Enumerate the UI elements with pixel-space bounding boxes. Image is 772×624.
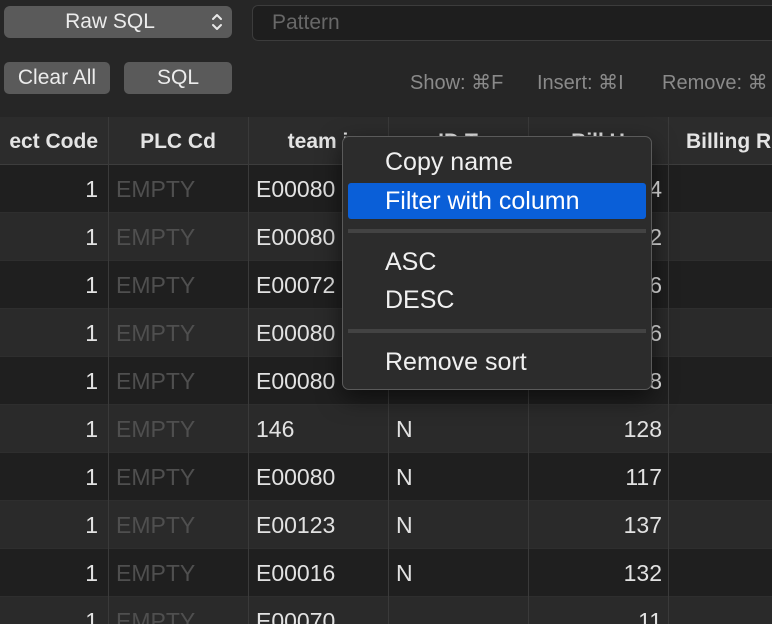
cell-plc-cd[interactable]: EMPTY [116,357,246,405]
cell-id-type[interactable] [396,597,526,624]
table-row[interactable]: 1 EMPTY 146 N 128 [0,405,772,453]
toolbar: Raw SQL Clear All SQL Show: ⌘F Insert: ⌘… [0,0,772,117]
column-header-plc-cd[interactable]: PLC Cd [108,117,248,165]
cell-bill-unit[interactable]: 11 [528,597,662,624]
pattern-input[interactable] [252,5,772,41]
cell-bill-unit[interactable]: 117 [528,453,662,501]
cell-id-type[interactable]: N [396,501,526,549]
cell-plc-cd[interactable]: EMPTY [116,597,246,624]
column-header-project-code[interactable]: ect Code [0,117,98,165]
cell-plc-cd[interactable]: EMPTY [116,309,246,357]
menu-item-sort-asc[interactable]: ASC [348,244,646,280]
table-row[interactable]: 1 EMPTY E00080 N 117 [0,453,772,501]
column-divider [248,117,249,624]
cell-plc-cd[interactable]: EMPTY [116,501,246,549]
cell-project-code[interactable]: 1 [0,261,106,309]
mode-select[interactable]: Raw SQL [4,6,232,38]
cell-plc-cd[interactable]: EMPTY [116,213,246,261]
cell-team-id[interactable]: 146 [256,405,386,453]
cell-project-code[interactable]: 1 [0,165,106,213]
cell-project-code[interactable]: 1 [0,453,106,501]
cell-project-code[interactable]: 1 [0,501,106,549]
table-row[interactable]: 1 EMPTY E00016 N 132 [0,549,772,597]
cell-project-code[interactable]: 1 [0,597,106,624]
cell-plc-cd[interactable]: EMPTY [116,165,246,213]
menu-item-filter-with-column[interactable]: Filter with column [348,183,646,219]
remove-shortcut-hint: Remove: ⌘ [662,72,768,94]
menu-item-copy-name[interactable]: Copy name [348,144,646,180]
sql-button[interactable]: SQL [124,62,232,94]
column-context-menu: Copy name Filter with column ASC DESC Re… [342,136,652,390]
column-divider [108,117,109,624]
menu-separator [348,229,646,233]
up-down-chevron-icon [212,14,222,30]
cell-plc-cd[interactable]: EMPTY [116,549,246,597]
column-header-billing-r[interactable]: Billing R [686,117,772,165]
cell-project-code[interactable]: 1 [0,549,106,597]
cell-bill-unit[interactable]: 128 [528,405,662,453]
clear-all-button[interactable]: Clear All [4,62,110,94]
show-shortcut-hint: Show: ⌘F [410,72,504,94]
mode-select-label: Raw SQL [65,10,155,33]
cell-project-code[interactable]: 1 [0,213,106,261]
insert-shortcut-hint: Insert: ⌘I [537,72,624,94]
cell-team-id[interactable]: E00070 [256,597,386,624]
menu-separator [348,329,646,333]
cell-id-type[interactable]: N [396,549,526,597]
cell-team-id[interactable]: E00123 [256,501,386,549]
cell-plc-cd[interactable]: EMPTY [116,261,246,309]
cell-id-type[interactable]: N [396,453,526,501]
cell-bill-unit[interactable]: 132 [528,549,662,597]
cell-project-code[interactable]: 1 [0,405,106,453]
app-window: Raw SQL Clear All SQL Show: ⌘F Insert: ⌘… [0,0,772,624]
cell-plc-cd[interactable]: EMPTY [116,405,246,453]
cell-bill-unit[interactable]: 137 [528,501,662,549]
cell-id-type[interactable]: N [396,405,526,453]
cell-project-code[interactable]: 1 [0,357,106,405]
column-divider [668,117,669,624]
menu-item-sort-desc[interactable]: DESC [348,282,646,318]
cell-plc-cd[interactable]: EMPTY [116,453,246,501]
cell-team-id[interactable]: E00080 [256,453,386,501]
cell-team-id[interactable]: E00016 [256,549,386,597]
menu-item-remove-sort[interactable]: Remove sort [348,344,646,380]
cell-project-code[interactable]: 1 [0,309,106,357]
table-row[interactable]: 1 EMPTY E00070 11 [0,597,772,624]
table-row[interactable]: 1 EMPTY E00123 N 137 [0,501,772,549]
